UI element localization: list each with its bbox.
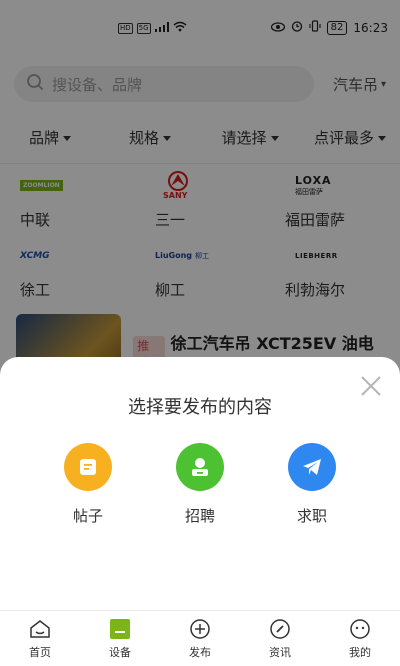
recruit-option[interactable]: 招聘 bbox=[160, 443, 240, 526]
profile-icon bbox=[348, 617, 372, 641]
job-label: 求职 bbox=[296, 507, 327, 525]
home-icon bbox=[28, 617, 52, 641]
sheet-title: 选择要发布的内容 bbox=[128, 397, 272, 418]
nav-home[interactable]: 首页 bbox=[0, 611, 80, 666]
job-option[interactable]: 求职 bbox=[272, 443, 352, 526]
equipment-icon bbox=[108, 617, 132, 641]
compass-icon bbox=[268, 617, 292, 641]
nav-publish[interactable]: 发布 bbox=[160, 611, 240, 666]
recruit-icon bbox=[176, 443, 224, 491]
nav-profile[interactable]: 我的 bbox=[320, 611, 400, 666]
bottom-nav: 首页 设备 发布 资讯 我的 bbox=[0, 610, 400, 666]
post-icon bbox=[64, 443, 112, 491]
send-icon bbox=[288, 443, 336, 491]
nav-news[interactable]: 资讯 bbox=[240, 611, 320, 666]
post-label: 帖子 bbox=[72, 507, 103, 525]
plus-circle-icon bbox=[188, 617, 212, 641]
publish-sheet: 选择要发布的内容 帖子 招聘 求职 bbox=[0, 357, 400, 610]
publish-options: 帖子 招聘 求职 bbox=[0, 443, 400, 526]
recruit-label: 招聘 bbox=[184, 507, 215, 525]
post-option[interactable]: 帖子 bbox=[48, 443, 128, 526]
nav-equipment[interactable]: 设备 bbox=[80, 611, 160, 666]
